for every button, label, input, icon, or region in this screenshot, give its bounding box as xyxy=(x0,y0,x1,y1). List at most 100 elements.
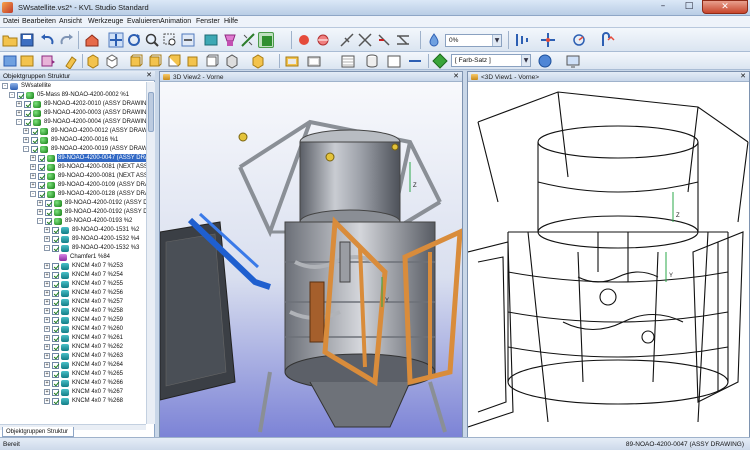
tree-row[interactable]: - 89-NOAO-4200-1532 %3 xyxy=(0,244,146,252)
tree-row[interactable]: +89-NOAO-4202-0010 (ASSY DRAWING) %1 xyxy=(0,100,146,108)
expand-icon[interactable]: + xyxy=(44,335,50,341)
tree-row[interactable]: - 89-NOAO-4200-0019 (ASSY DRAWINS xyxy=(0,145,146,153)
tree-row[interactable]: + KNCM 4x0 7 %253 xyxy=(0,262,146,270)
save-icon[interactable] xyxy=(19,32,35,48)
visibility-checkbox[interactable] xyxy=(52,388,59,396)
outline-icon[interactable] xyxy=(386,53,402,69)
visibility-checkbox[interactable] xyxy=(31,145,38,153)
visibility-checkbox[interactable] xyxy=(31,127,38,135)
tree-row[interactable]: - 89-NOAO-4200-0128 (ASSY DRAWI xyxy=(0,190,146,198)
opacity-icon[interactable] xyxy=(426,32,442,48)
visibility-checkbox[interactable] xyxy=(52,334,59,342)
visibility-checkbox[interactable] xyxy=(52,352,59,360)
wireframe-icon[interactable] xyxy=(340,53,356,69)
visibility-checkbox[interactable] xyxy=(52,226,59,234)
tree-row[interactable]: +89-NOAO-4200-1531 %2 xyxy=(0,226,146,234)
expand-icon[interactable]: + xyxy=(44,236,50,242)
cylinder-icon[interactable] xyxy=(364,53,380,69)
expand-icon[interactable]: + xyxy=(44,380,50,386)
collapse-icon[interactable]: - xyxy=(2,83,8,89)
tree-row[interactable]: + KNCM 4x0 7 %264 xyxy=(0,361,146,369)
color-set-icon[interactable] xyxy=(432,53,448,69)
expand-icon[interactable]: + xyxy=(30,155,36,161)
tree-row[interactable]: +89-NOAO-4200-0003 (ASSY DRAWING) % xyxy=(0,109,146,117)
opacity-combo[interactable]: 0% ▼ xyxy=(445,34,502,47)
menu-werkzeuge[interactable]: Werkzeuge xyxy=(88,18,123,25)
tree-row[interactable]: + KNCM 4x0 7 %263 xyxy=(0,352,146,360)
visibility-checkbox[interactable] xyxy=(38,190,45,198)
expand-icon[interactable]: + xyxy=(37,209,43,215)
expand-icon[interactable]: + xyxy=(44,317,50,323)
visibility-checkbox[interactable] xyxy=(31,136,38,144)
maximize-button[interactable]: □ xyxy=(676,0,702,14)
expand-icon[interactable]: + xyxy=(44,344,50,350)
collapse-icon[interactable]: - xyxy=(9,92,15,98)
menu-ansicht[interactable]: Ansicht xyxy=(59,18,82,25)
zoom-window-icon[interactable] xyxy=(162,32,178,48)
expand-icon[interactable]: + xyxy=(44,281,50,287)
visibility-checkbox[interactable] xyxy=(38,181,45,189)
tree-row[interactable]: +89-NOAO-4200-0047 (ASSY DRAW xyxy=(0,154,146,162)
mirror-icon[interactable] xyxy=(600,32,616,48)
visibility-checkbox[interactable] xyxy=(52,316,59,324)
expand-icon[interactable]: + xyxy=(23,128,29,134)
visibility-checkbox[interactable] xyxy=(52,343,59,351)
visibility-checkbox[interactable] xyxy=(45,208,52,216)
collapse-icon[interactable]: - xyxy=(23,146,29,152)
view-left-icon[interactable] xyxy=(128,53,144,69)
tree-vertical-scrollbar[interactable] xyxy=(146,82,155,424)
visibility-checkbox[interactable] xyxy=(52,370,59,378)
view-front-icon[interactable] xyxy=(85,53,101,69)
panel-close-icon[interactable]: ✕ xyxy=(146,71,152,79)
expand-icon[interactable]: + xyxy=(23,137,29,143)
visibility-checkbox[interactable] xyxy=(52,280,59,288)
tree-row[interactable]: + KNCM 4x0 7 %255 xyxy=(0,280,146,288)
reset-icon[interactable] xyxy=(19,53,35,69)
visibility-checkbox[interactable] xyxy=(24,118,31,126)
scrollbar-thumb[interactable] xyxy=(148,92,154,132)
tree-row[interactable]: + KNCM 4x0 7 %265 xyxy=(0,370,146,378)
tree-row[interactable]: +89-NOAO-4200-0192 (ASSY DR xyxy=(0,208,146,216)
view-bottom-icon[interactable] xyxy=(185,53,201,69)
expand-icon[interactable]: + xyxy=(30,173,36,179)
expand-icon[interactable]: + xyxy=(44,371,50,377)
box-icon[interactable] xyxy=(224,53,240,69)
visibility-checkbox[interactable] xyxy=(45,217,52,225)
tree-row[interactable]: + KNCM 4x0 7 %256 xyxy=(0,289,146,297)
explode-icon[interactable] xyxy=(296,32,312,48)
visibility-checkbox[interactable] xyxy=(52,298,59,306)
section-icon[interactable] xyxy=(315,32,331,48)
expand-icon[interactable]: + xyxy=(16,101,22,107)
silhouette-icon[interactable] xyxy=(306,53,322,69)
light-icon[interactable] xyxy=(339,32,355,48)
tree-row[interactable]: + KNCM 4x0 7 %267 xyxy=(0,388,146,396)
collapse-icon[interactable]: - xyxy=(44,245,50,251)
undo-icon[interactable] xyxy=(40,32,56,48)
shaded-icon[interactable] xyxy=(250,53,266,69)
cut-plane-icon[interactable] xyxy=(395,32,411,48)
tree-row[interactable]: - SWsatellite xyxy=(0,82,146,90)
visibility-checkbox[interactable] xyxy=(38,172,45,180)
collapse-icon[interactable]: - xyxy=(16,119,22,125)
visibility-checkbox[interactable] xyxy=(52,235,59,243)
menu-evaluieren[interactable]: Evaluieren xyxy=(127,18,160,25)
viewport-close-icon[interactable]: ✕ xyxy=(453,72,459,80)
tree-row[interactable]: Chamfer1 %84 xyxy=(0,253,146,261)
visibility-checkbox[interactable] xyxy=(52,244,59,252)
view-back-icon[interactable] xyxy=(104,53,120,69)
expand-icon[interactable]: + xyxy=(44,326,50,332)
tree-row[interactable]: + KNCM 4x0 7 %259 xyxy=(0,316,146,324)
expand-icon[interactable]: + xyxy=(44,389,50,395)
view-right-icon[interactable] xyxy=(147,53,163,69)
tree-row[interactable]: + KNCM 4x0 7 %262 xyxy=(0,343,146,351)
visibility-checkbox[interactable] xyxy=(52,397,59,405)
viewport-3d-view2[interactable]: 3D View2 - Vorne ✕ Z Y xyxy=(159,71,463,437)
tree-row[interactable]: - 05-Mass 89-NOAO-4200-0002 %1 xyxy=(0,91,146,99)
view-iso-icon[interactable] xyxy=(204,53,220,69)
collapse-icon[interactable]: - xyxy=(30,191,36,197)
close-button[interactable]: ✕ xyxy=(702,0,748,14)
pan-icon[interactable] xyxy=(108,32,124,48)
tree-row[interactable]: - 89-NOAO-4200-0004 (ASSY DRAWING) % xyxy=(0,118,146,126)
menu-bearbeiten[interactable]: Bearbeiten xyxy=(22,18,56,25)
tree-row[interactable]: +89-NOAO-4200-0081 (NEXT ASSY xyxy=(0,172,146,180)
